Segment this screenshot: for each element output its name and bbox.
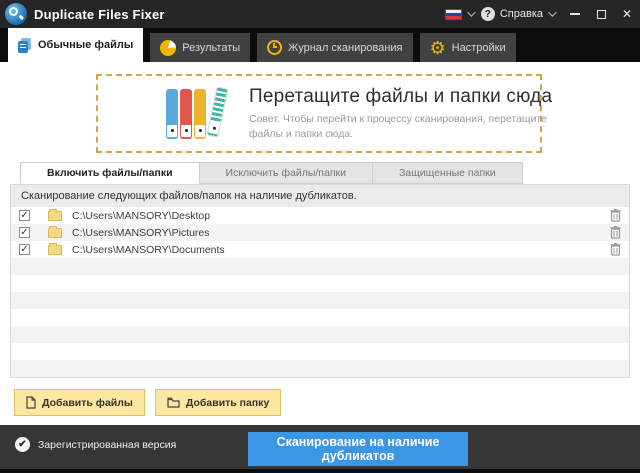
- dropzone-hint: Совет. Чтобы перейти к процессу сканиров…: [249, 112, 569, 140]
- gear-icon: ⚙: [430, 40, 446, 56]
- row-checkbox[interactable]: ✓: [19, 210, 30, 221]
- row-checkbox[interactable]: ✓: [19, 227, 30, 238]
- tab-label: Журнал сканирования: [288, 42, 402, 54]
- language-flag-icon[interactable]: [445, 9, 462, 20]
- add-files-label: Добавить файлы: [42, 397, 133, 409]
- registered-check-icon: ✔: [15, 437, 30, 452]
- delete-row-icon[interactable]: [610, 226, 621, 239]
- row-checkbox[interactable]: ✓: [19, 244, 30, 255]
- folder-path: C:\Users\MANSORY\Documents: [72, 244, 225, 256]
- delete-row-icon[interactable]: [610, 209, 621, 222]
- close-button[interactable]: ✕: [614, 0, 640, 28]
- tab-common-files[interactable]: Обычные файлы: [8, 28, 143, 62]
- folder-row[interactable]: ✓ C:\Users\MANSORY\Desktop: [11, 207, 629, 224]
- folder-icon: [48, 228, 62, 238]
- tab-label: Настройки: [452, 42, 506, 54]
- scan-folder-list: Сканирование следующих файлов/папок на н…: [10, 184, 630, 378]
- binders-icon: [166, 89, 223, 139]
- documents-icon: [18, 38, 32, 53]
- folder-path: C:\Users\MANSORY\Desktop: [72, 210, 210, 222]
- pie-chart-icon: [160, 40, 176, 56]
- history-clock-icon: [267, 40, 282, 55]
- language-chevron-down-icon[interactable]: [467, 8, 475, 16]
- folder-row[interactable]: ✓ C:\Users\MANSORY\Documents: [11, 241, 629, 258]
- folder-filter-tabs: Включить файлы/папки Исключить файлы/пап…: [20, 162, 523, 184]
- delete-row-icon[interactable]: [610, 243, 621, 256]
- subtab-protected-folders[interactable]: Защищенные папки: [373, 162, 523, 184]
- subtab-include-folders[interactable]: Включить файлы/папки: [20, 162, 200, 184]
- add-files-button[interactable]: Добавить файлы: [14, 389, 145, 416]
- title-bar: Duplicate Files Fixer ? Справка ✕: [0, 0, 640, 28]
- subtab-exclude-folders[interactable]: Исключить файлы/папки: [200, 162, 373, 184]
- maximize-button[interactable]: [588, 0, 614, 28]
- app-logo-magnifier-icon: [5, 3, 27, 25]
- tab-label: Обычные файлы: [38, 39, 133, 51]
- scan-duplicates-button[interactable]: Сканирование на наличие дубликатов: [248, 432, 468, 466]
- registered-label: Зарегистрированная версия: [38, 439, 176, 451]
- app-window: Duplicate Files Fixer ? Справка ✕ Обычны…: [0, 0, 640, 473]
- file-icon: [26, 396, 36, 409]
- help-icon[interactable]: ?: [481, 7, 495, 21]
- help-menu[interactable]: Справка: [500, 8, 543, 20]
- folder-icon: [48, 245, 62, 255]
- folder-outline-icon: [167, 397, 180, 408]
- folder-icon: [48, 211, 62, 221]
- tab-settings[interactable]: ⚙ Настройки: [420, 33, 516, 62]
- registered-version: ✔ Зарегистрированная версия: [15, 437, 176, 452]
- add-folder-button[interactable]: Добавить папку: [155, 389, 281, 416]
- add-folder-label: Добавить папку: [186, 397, 269, 409]
- window-title: Duplicate Files Fixer: [34, 7, 165, 22]
- main-content: Перетащите файлы и папки сюда Совет. Что…: [0, 62, 640, 425]
- footer-bar: ✔ Зарегистрированная версия Сканирование…: [0, 425, 640, 473]
- dropzone-title: Перетащите файлы и папки сюда: [249, 86, 569, 108]
- tab-results[interactable]: Результаты: [150, 33, 250, 62]
- help-chevron-down-icon[interactable]: [548, 8, 556, 16]
- list-header: Сканирование следующих файлов/папок на н…: [11, 185, 629, 207]
- main-tab-bar: Обычные файлы Результаты Журнал сканиров…: [0, 28, 640, 62]
- tab-scan-log[interactable]: Журнал сканирования: [257, 33, 412, 62]
- minimize-button[interactable]: [562, 0, 588, 28]
- drag-drop-zone[interactable]: Перетащите файлы и папки сюда Совет. Что…: [96, 74, 542, 153]
- tab-label: Результаты: [182, 42, 240, 54]
- folder-path: C:\Users\MANSORY\Pictures: [72, 227, 210, 239]
- folder-row[interactable]: ✓ C:\Users\MANSORY\Pictures: [11, 224, 629, 241]
